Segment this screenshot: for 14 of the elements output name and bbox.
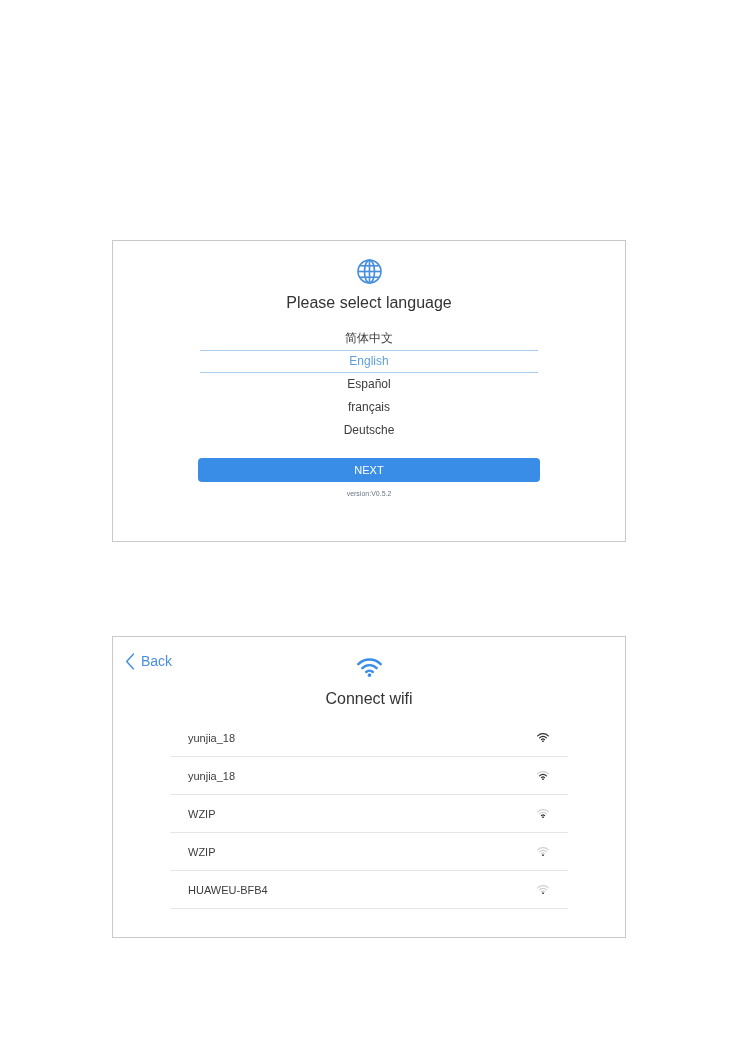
language-option[interactable]: Deutsche bbox=[200, 419, 538, 442]
language-option[interactable]: 简体中文 bbox=[200, 327, 538, 350]
chevron-left-icon bbox=[125, 652, 135, 670]
screen-title: Connect wifi bbox=[325, 689, 413, 709]
wifi-network-item[interactable]: WZIP bbox=[170, 795, 568, 833]
wifi-network-item[interactable]: yunjia_18 bbox=[170, 757, 568, 795]
wifi-icon bbox=[356, 658, 382, 677]
globe-icon bbox=[356, 259, 382, 284]
screen-title: Please select language bbox=[286, 293, 452, 313]
wifi-network-item[interactable]: yunjia_18 bbox=[170, 719, 568, 757]
wifi-network-item[interactable]: WZIP bbox=[170, 833, 568, 871]
language-option[interactable]: français bbox=[200, 396, 538, 419]
language-option[interactable]: Español bbox=[200, 373, 538, 396]
wifi-network-item[interactable]: HUAWEU-BFB4 bbox=[170, 871, 568, 909]
